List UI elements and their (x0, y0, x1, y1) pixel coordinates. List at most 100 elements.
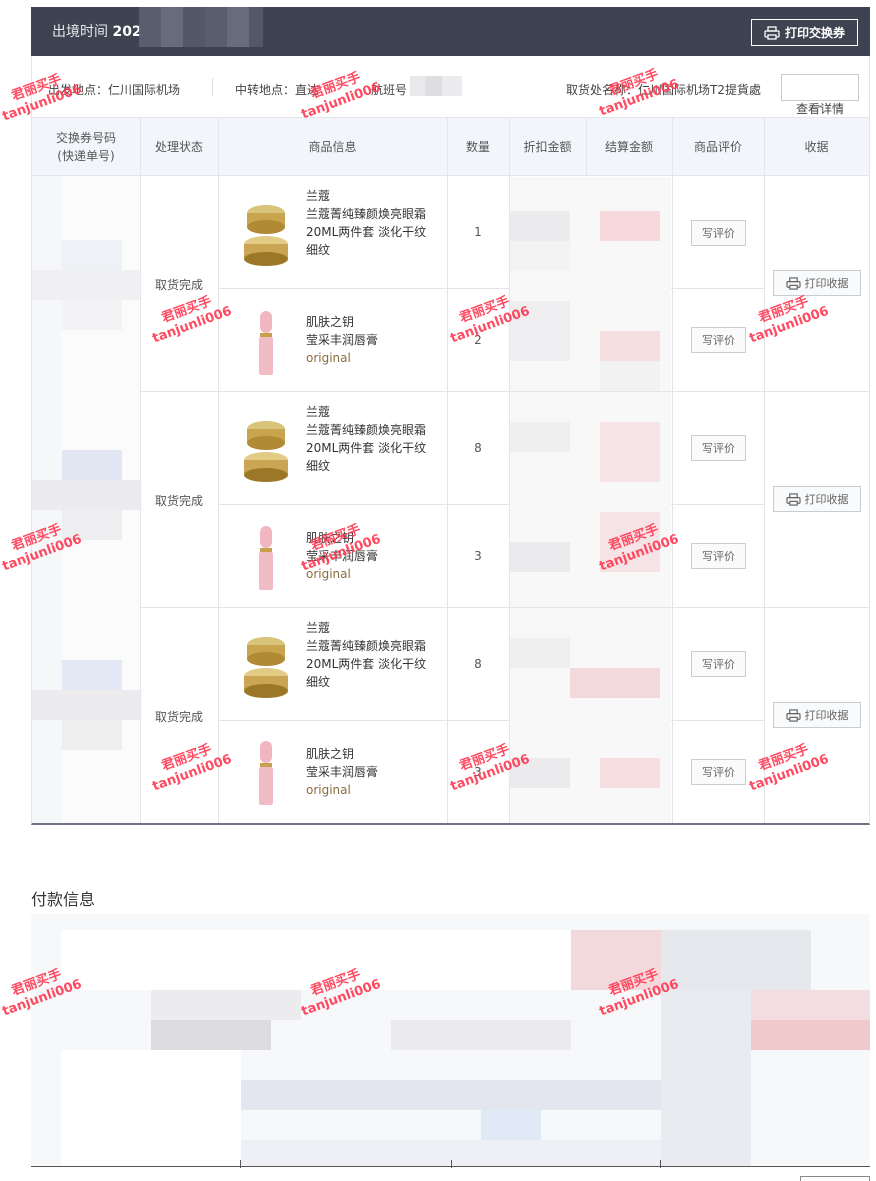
divider (212, 78, 213, 96)
product-name: 莹采丰润唇膏 (306, 765, 379, 779)
col-product-info: 商品信息 (308, 140, 357, 154)
print-voucher-label: 打印交换券 (784, 26, 845, 40)
product-name: 兰蔻菁纯臻颜焕亮眼霜 (306, 207, 427, 221)
product-name: 20ML两件套 淡化干纹 (306, 225, 427, 239)
chevron-down-icon: ⌄ (816, 100, 824, 110)
product-brand: 兰蔻 (306, 189, 331, 203)
product-variant: original (306, 567, 351, 581)
quantity-value: 8 (474, 657, 482, 671)
product-name: 20ML两件套 淡化干纹 (306, 657, 427, 671)
product-variant: original (306, 351, 351, 365)
write-review-button[interactable]: 写评价 (691, 327, 746, 353)
divider (451, 1160, 452, 1168)
lipstick-icon (259, 311, 273, 375)
product-info: 肌肤之钥 莹采丰润唇膏 original (306, 745, 446, 799)
write-review-button[interactable]: 写评价 (691, 759, 746, 785)
redacted-voucher-numbers (32, 176, 140, 823)
view-details-button[interactable]: 查看详情 ⌄ (781, 74, 859, 116)
divider (240, 1160, 241, 1168)
pickup-location: 取货处名称：仁川国际机场T2提貨處 (566, 83, 761, 97)
lipstick-icon (259, 526, 273, 590)
redacted-area (139, 7, 263, 47)
quantity-value: 8 (474, 441, 482, 455)
redacted-amounts-group-1 (510, 177, 671, 391)
transfer-location: 中转地点：直达 (235, 83, 320, 97)
printer-icon (785, 492, 801, 506)
col-status: 处理状态 (154, 140, 203, 154)
write-review-button[interactable]: 写评价 (691, 543, 746, 569)
eye-cream-jar-icon (244, 205, 288, 266)
product-name: 20ML两件套 淡化干纹 (306, 441, 427, 455)
order-header-bar: 出境时间 202 打印交换券 (31, 7, 870, 56)
group-separator (140, 607, 869, 608)
product-name: 兰蔻菁纯臻颜焕亮眼霜 (306, 423, 427, 437)
col-settlement-amount: 结算金额 (604, 140, 653, 154)
product-name: 细纹 (306, 243, 331, 257)
quantity-value: 1 (474, 225, 482, 239)
order-items-table: 交换券号码 (快递单号) 处理状态 商品信息 数量 折扣金额 结算金额 商品评价… (31, 117, 870, 825)
product-variant: original (306, 783, 351, 797)
product-info: 兰蔻 兰蔻菁纯臻颜焕亮眼霜 20ML两件套 淡化干纹 细纹 (306, 403, 446, 475)
partial-button[interactable] (800, 1176, 870, 1181)
product-brand: 肌肤之钥 (306, 315, 355, 329)
col-voucher-number: 交换券号码 (快递单号) (55, 131, 116, 163)
eye-cream-jar-icon (244, 421, 288, 482)
col-product-review: 商品评价 (693, 140, 742, 154)
product-name: 莹采丰润唇膏 (306, 549, 379, 563)
product-name: 兰蔻菁纯臻颜焕亮眼霜 (306, 639, 427, 653)
eye-cream-jar-icon (244, 637, 288, 698)
exit-time: 出境时间 202 (52, 21, 142, 41)
product-brand: 肌肤之钥 (306, 747, 355, 761)
grid-line (447, 117, 448, 823)
quantity-value: 3 (474, 765, 482, 779)
write-review-button[interactable]: 写评价 (691, 220, 746, 246)
divider (660, 1160, 661, 1168)
lipstick-icon (259, 741, 273, 805)
print-receipt-label: 打印收据 (804, 493, 849, 506)
item-separator (218, 504, 764, 505)
print-receipt-label: 打印收据 (804, 277, 849, 290)
order-info-bar: 出发地点：仁川国际机场 中转地点：直达 航班号 取货处名称：仁川国际机场T2提貨… (31, 56, 870, 118)
item-separator (218, 288, 764, 289)
redacted-amounts-group-2 (510, 392, 671, 607)
product-brand: 兰蔻 (306, 621, 331, 635)
group-separator (140, 391, 869, 392)
col-quantity: 数量 (465, 140, 490, 154)
grid-line (672, 117, 673, 823)
grid-line (764, 117, 765, 823)
product-name: 细纹 (306, 675, 331, 689)
print-voucher-button[interactable]: 打印交换券 (751, 19, 858, 46)
redacted-amounts-group-3 (510, 608, 671, 823)
payment-info-title: 付款信息 (31, 890, 96, 909)
table-header: 交换券号码 (快递单号) 处理状态 商品信息 数量 折扣金额 结算金额 商品评价… (32, 117, 869, 176)
write-review-button[interactable]: 写评价 (691, 651, 746, 677)
printer-icon (785, 708, 801, 722)
product-info: 兰蔻 兰蔻菁纯臻颜焕亮眼霜 20ML两件套 淡化干纹 细纹 (306, 187, 446, 259)
printer-icon (764, 25, 780, 40)
redacted-flight-number (410, 76, 462, 96)
product-name: 细纹 (306, 459, 331, 473)
status-text: 取货完成 (154, 710, 203, 724)
exit-time-label: 出境时间 (52, 24, 108, 40)
exit-time-value: 202 (112, 24, 142, 40)
departure-location: 出发地点：仁川国际机场 (48, 83, 181, 97)
grid-line (218, 117, 219, 823)
col-discount-amount: 折扣金额 (523, 140, 572, 154)
quantity-value: 2 (474, 333, 482, 347)
write-review-button[interactable]: 写评价 (691, 435, 746, 461)
item-separator (218, 720, 764, 721)
print-receipt-button[interactable]: 打印收据 (773, 486, 861, 512)
printer-icon (785, 276, 801, 290)
print-receipt-label: 打印收据 (804, 709, 849, 722)
status-text: 取货完成 (154, 494, 203, 508)
product-info: 肌肤之钥 莹采丰润唇膏 original (306, 529, 446, 583)
status-text: 取货完成 (154, 278, 203, 292)
product-brand: 兰蔻 (306, 405, 331, 419)
print-receipt-button[interactable]: 打印收据 (773, 270, 861, 296)
product-brand: 肌肤之钥 (306, 531, 355, 545)
product-info: 兰蔻 兰蔻菁纯臻颜焕亮眼霜 20ML两件套 淡化干纹 细纹 (306, 619, 446, 691)
print-receipt-button[interactable]: 打印收据 (773, 702, 861, 728)
grid-line (586, 117, 587, 176)
product-name: 莹采丰润唇膏 (306, 333, 379, 347)
flight-number-label: 航班号 (371, 83, 408, 97)
